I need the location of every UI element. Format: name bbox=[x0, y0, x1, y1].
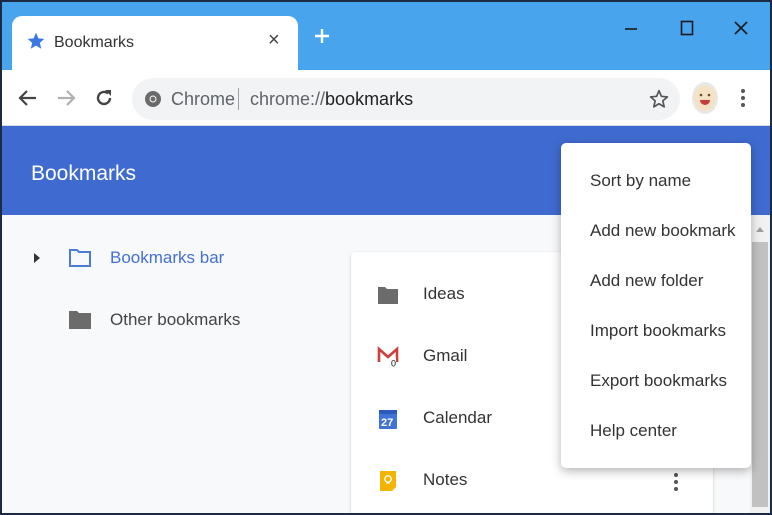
organize-menu: Sort by name Add new bookmark Add new fo… bbox=[561, 143, 751, 468]
sidebar-item-label: Bookmarks bar bbox=[110, 248, 225, 267]
plus-icon bbox=[315, 29, 329, 43]
minimize-button[interactable] bbox=[616, 14, 646, 42]
page-title: Bookmarks bbox=[31, 162, 137, 185]
keep-notes-icon bbox=[377, 470, 399, 492]
menu-item-add-new-bookmark[interactable]: Add new bookmark bbox=[561, 206, 751, 256]
close-icon bbox=[734, 21, 748, 35]
avatar-icon bbox=[694, 85, 716, 111]
maximize-icon bbox=[680, 20, 694, 36]
list-item-label: Notes bbox=[423, 470, 468, 489]
bookmark-star-icon bbox=[649, 89, 669, 108]
list-item-label: Calendar bbox=[423, 408, 492, 427]
chrome-icon bbox=[144, 90, 162, 108]
sidebar-item-other-bookmarks[interactable]: Other bookmarks bbox=[2, 305, 302, 335]
reload-icon bbox=[96, 90, 112, 106]
list-item-label: Gmail bbox=[423, 346, 468, 365]
maximize-button[interactable] bbox=[672, 14, 702, 42]
browser-menu-button[interactable] bbox=[738, 86, 748, 110]
toolbar: Chrome chrome://bookmarks bbox=[2, 70, 770, 126]
close-window-button[interactable] bbox=[726, 14, 756, 42]
tab-title: Bookmarks bbox=[54, 34, 135, 51]
forward-arrow-icon bbox=[58, 90, 76, 106]
site-label: Chrome bbox=[171, 89, 236, 109]
menu-kebab-icon bbox=[741, 89, 745, 107]
star-icon bbox=[26, 31, 46, 51]
expand-arrow-icon[interactable] bbox=[34, 253, 40, 263]
minimize-icon bbox=[625, 28, 637, 30]
sidebar-item-label: Other bookmarks bbox=[110, 310, 241, 329]
scrollbar[interactable] bbox=[750, 215, 770, 513]
tab-close-icon[interactable]: × bbox=[268, 30, 280, 50]
folder-outline-icon bbox=[68, 248, 92, 268]
address-bar[interactable]: Chrome chrome://bookmarks bbox=[132, 78, 680, 120]
calendar-date: 27 bbox=[381, 417, 393, 429]
menu-item-add-new-folder[interactable]: Add new folder bbox=[561, 256, 751, 306]
menu-item-help-center[interactable]: Help center bbox=[561, 406, 751, 456]
scroll-up-button[interactable] bbox=[750, 221, 770, 237]
back-arrow-icon bbox=[18, 90, 36, 106]
list-item-label: Ideas bbox=[423, 284, 465, 303]
gmail-icon: 0 bbox=[377, 346, 399, 369]
menu-item-sort-by-name[interactable]: Sort by name bbox=[561, 156, 751, 206]
url-text: chrome://bookmarks bbox=[250, 89, 413, 110]
back-button[interactable] bbox=[16, 86, 40, 110]
url-host: bookmarks bbox=[325, 89, 414, 109]
browser-window: Bookmarks × Chrome chrome://bookmarks Bo… bbox=[2, 2, 770, 513]
folder-icon bbox=[377, 284, 399, 306]
item-more-button[interactable] bbox=[671, 470, 681, 494]
title-bar: Bookmarks × bbox=[2, 2, 770, 72]
folder-icon bbox=[68, 310, 92, 330]
bookmark-star-button[interactable] bbox=[648, 88, 670, 110]
menu-item-import-bookmarks[interactable]: Import bookmarks bbox=[561, 306, 751, 356]
calendar-icon: 27 bbox=[377, 408, 399, 430]
scrollbar-thumb[interactable] bbox=[752, 242, 768, 507]
menu-item-export-bookmarks[interactable]: Export bookmarks bbox=[561, 356, 751, 406]
svg-text:0: 0 bbox=[391, 359, 396, 369]
omnibox-divider bbox=[238, 88, 239, 110]
arrow-up-icon bbox=[756, 227, 764, 232]
more-vert-icon bbox=[674, 473, 678, 491]
forward-button[interactable] bbox=[54, 86, 78, 110]
url-scheme: chrome:// bbox=[250, 89, 326, 109]
sidebar-item-bookmarks-bar[interactable]: Bookmarks bar bbox=[2, 243, 302, 273]
reload-button[interactable] bbox=[92, 86, 116, 110]
new-tab-button[interactable] bbox=[312, 26, 332, 46]
tab-bookmarks[interactable]: Bookmarks × bbox=[12, 16, 298, 72]
profile-avatar[interactable] bbox=[692, 82, 718, 114]
